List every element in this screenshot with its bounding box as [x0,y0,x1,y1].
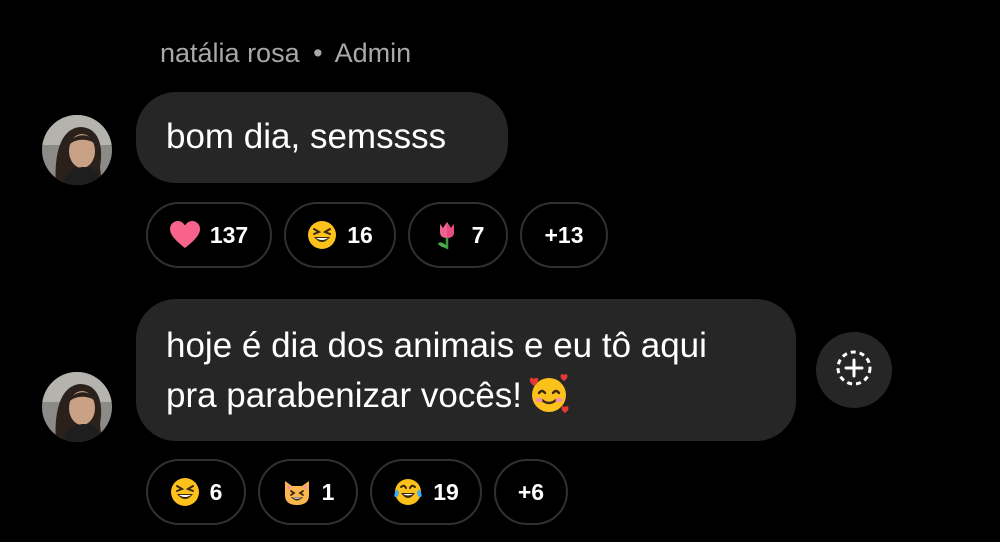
reaction-pill-laughing[interactable]: 16 [284,202,396,268]
message-text: bom dia, semssss [166,117,447,156]
sender-avatar[interactable] [42,115,112,185]
reaction-count: 16 [347,221,373,248]
reactions-row: 6 1 19 +6 [146,459,568,525]
reaction-count: 19 [433,478,459,505]
sender-role: Admin [334,38,412,68]
message-text-line: hoje é dia dos animais e eu tô aqui [166,326,707,365]
reaction-count: 6 [209,478,223,505]
more-reactions-count: +6 [517,478,545,505]
reaction-pill-tears-of-joy[interactable]: 19 [370,459,482,525]
message-bubble[interactable]: hoje é dia dos animais e eu tô aqui pra … [136,299,796,441]
more-reactions-count: +13 [544,221,584,248]
grinning-cat-emoji-icon [282,477,312,507]
tears-of-joy-emoji-icon [393,477,423,507]
reactions-row: 137 16 7 +13 [146,202,608,268]
message-text-line: pra parabenizar vocês! [166,371,766,421]
reaction-pill-laughing[interactable]: 6 [146,459,246,525]
reaction-pill-more[interactable]: +6 [494,459,568,525]
smiling-face-with-hearts-icon [528,373,570,415]
reaction-pill-cat[interactable]: 1 [258,459,358,525]
add-reaction-button[interactable] [816,332,892,408]
reaction-pill-heart[interactable]: 137 [146,202,272,268]
sender-avatar[interactable] [42,372,112,442]
reaction-pill-tulip[interactable]: 7 [408,202,508,268]
sender-header: natália rosa • Admin [160,38,411,69]
grinning-squinting-emoji-icon [307,220,337,250]
grinning-squinting-emoji-icon [170,477,200,507]
reaction-count: 7 [471,221,485,248]
message-bubble[interactable]: bom dia, semssss [136,92,508,183]
reaction-count: 1 [321,478,335,505]
tulip-emoji-icon [432,220,462,250]
message-text: pra parabenizar vocês! [166,376,523,415]
heart-emoji-icon [169,220,200,250]
separator-dot: • [313,38,323,68]
reaction-count: 137 [209,221,249,248]
reaction-pill-more[interactable]: +13 [520,202,608,268]
sender-name[interactable]: natália rosa [160,38,300,68]
add-reaction-icon [834,348,874,393]
